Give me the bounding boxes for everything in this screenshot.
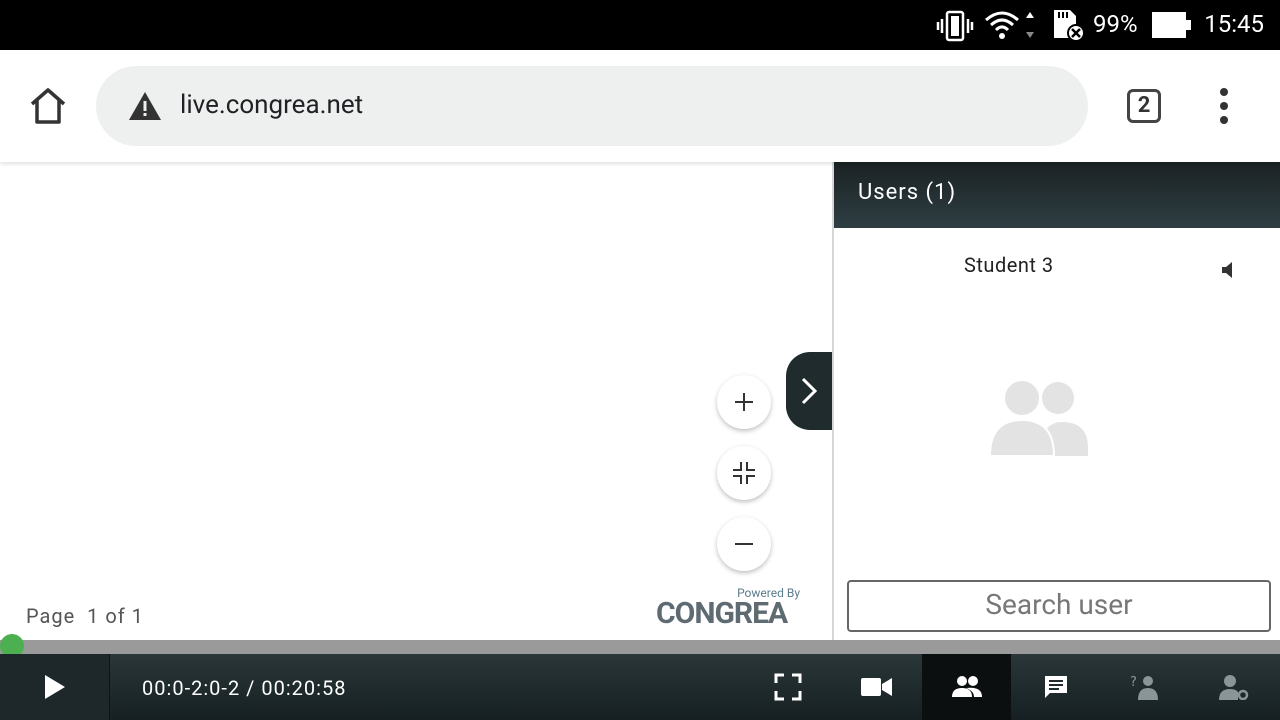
users-panel: Users (1) Student 3 Search user — [832, 162, 1280, 640]
users-icon — [951, 676, 982, 697]
question-user-icon: ? — [1130, 675, 1158, 700]
player-controls: 00:0-2:0-2 / 00:20:58 ? — [0, 654, 1280, 720]
users-tab-button[interactable] — [922, 654, 1011, 720]
congrea-logo: Powered By CONGREA — [656, 586, 800, 631]
svg-text:?: ? — [1130, 675, 1137, 690]
user-name[interactable]: Student 3 — [964, 253, 1054, 277]
speaker-muted-icon[interactable] — [1220, 260, 1234, 280]
search-user-input[interactable]: Search user — [847, 580, 1271, 632]
page-value: 1 of 1 — [87, 604, 144, 628]
tab-switcher-button[interactable]: 2 — [1127, 89, 1161, 123]
vibrate-icon — [936, 10, 974, 42]
playback-progress-bar[interactable] — [0, 634, 1280, 658]
settings-button[interactable] — [1189, 654, 1278, 720]
zoom-out-button[interactable] — [717, 517, 771, 571]
user-settings-icon — [1218, 675, 1248, 700]
home-icon[interactable] — [28, 86, 68, 126]
more-options-icon[interactable] — [1212, 86, 1236, 126]
address-bar[interactable]: live.congrea.net — [96, 66, 1088, 146]
raise-hand-button[interactable]: ? — [1100, 654, 1189, 720]
chevron-right-icon — [801, 377, 818, 405]
play-button[interactable] — [0, 654, 110, 720]
warning-icon[interactable] — [128, 90, 162, 122]
minus-icon — [735, 543, 753, 545]
browser-toolbar: live.congrea.net 2 — [0, 50, 1280, 162]
video-button[interactable] — [832, 654, 921, 720]
collapse-icon — [733, 462, 755, 484]
page-indicator: Page 1 of 1 — [26, 604, 144, 628]
chat-icon — [1044, 676, 1067, 698]
status-bar: 99% 15:45 — [0, 0, 1280, 50]
page-label: Page — [26, 604, 76, 628]
battery-percentage: 99% — [1093, 10, 1138, 38]
battery-icon — [1152, 12, 1191, 38]
zoom-in-button[interactable] — [717, 375, 771, 429]
fit-to-screen-button[interactable] — [717, 446, 771, 500]
whiteboard-stage[interactable]: Page 1 of 1 Powered By CONGREA — [0, 162, 832, 640]
sd-card-error-icon — [1054, 10, 1085, 42]
video-camera-icon — [860, 678, 892, 696]
url-text[interactable]: live.congrea.net — [180, 90, 363, 120]
fullscreen-icon — [774, 673, 801, 701]
plus-icon — [735, 393, 753, 411]
clock: 15:45 — [1204, 10, 1264, 38]
chat-button[interactable] — [1011, 654, 1100, 720]
play-icon — [44, 675, 65, 699]
users-placeholder-icon — [990, 379, 1088, 456]
users-panel-title: Users (1) — [834, 162, 1280, 228]
wifi-icon — [985, 11, 1034, 39]
panel-toggle-button[interactable] — [786, 352, 832, 430]
time-display: 00:0-2:0-2 / 00:20:58 — [142, 676, 347, 700]
fullscreen-button[interactable] — [743, 654, 832, 720]
brand-name: CONGREA — [656, 596, 788, 631]
